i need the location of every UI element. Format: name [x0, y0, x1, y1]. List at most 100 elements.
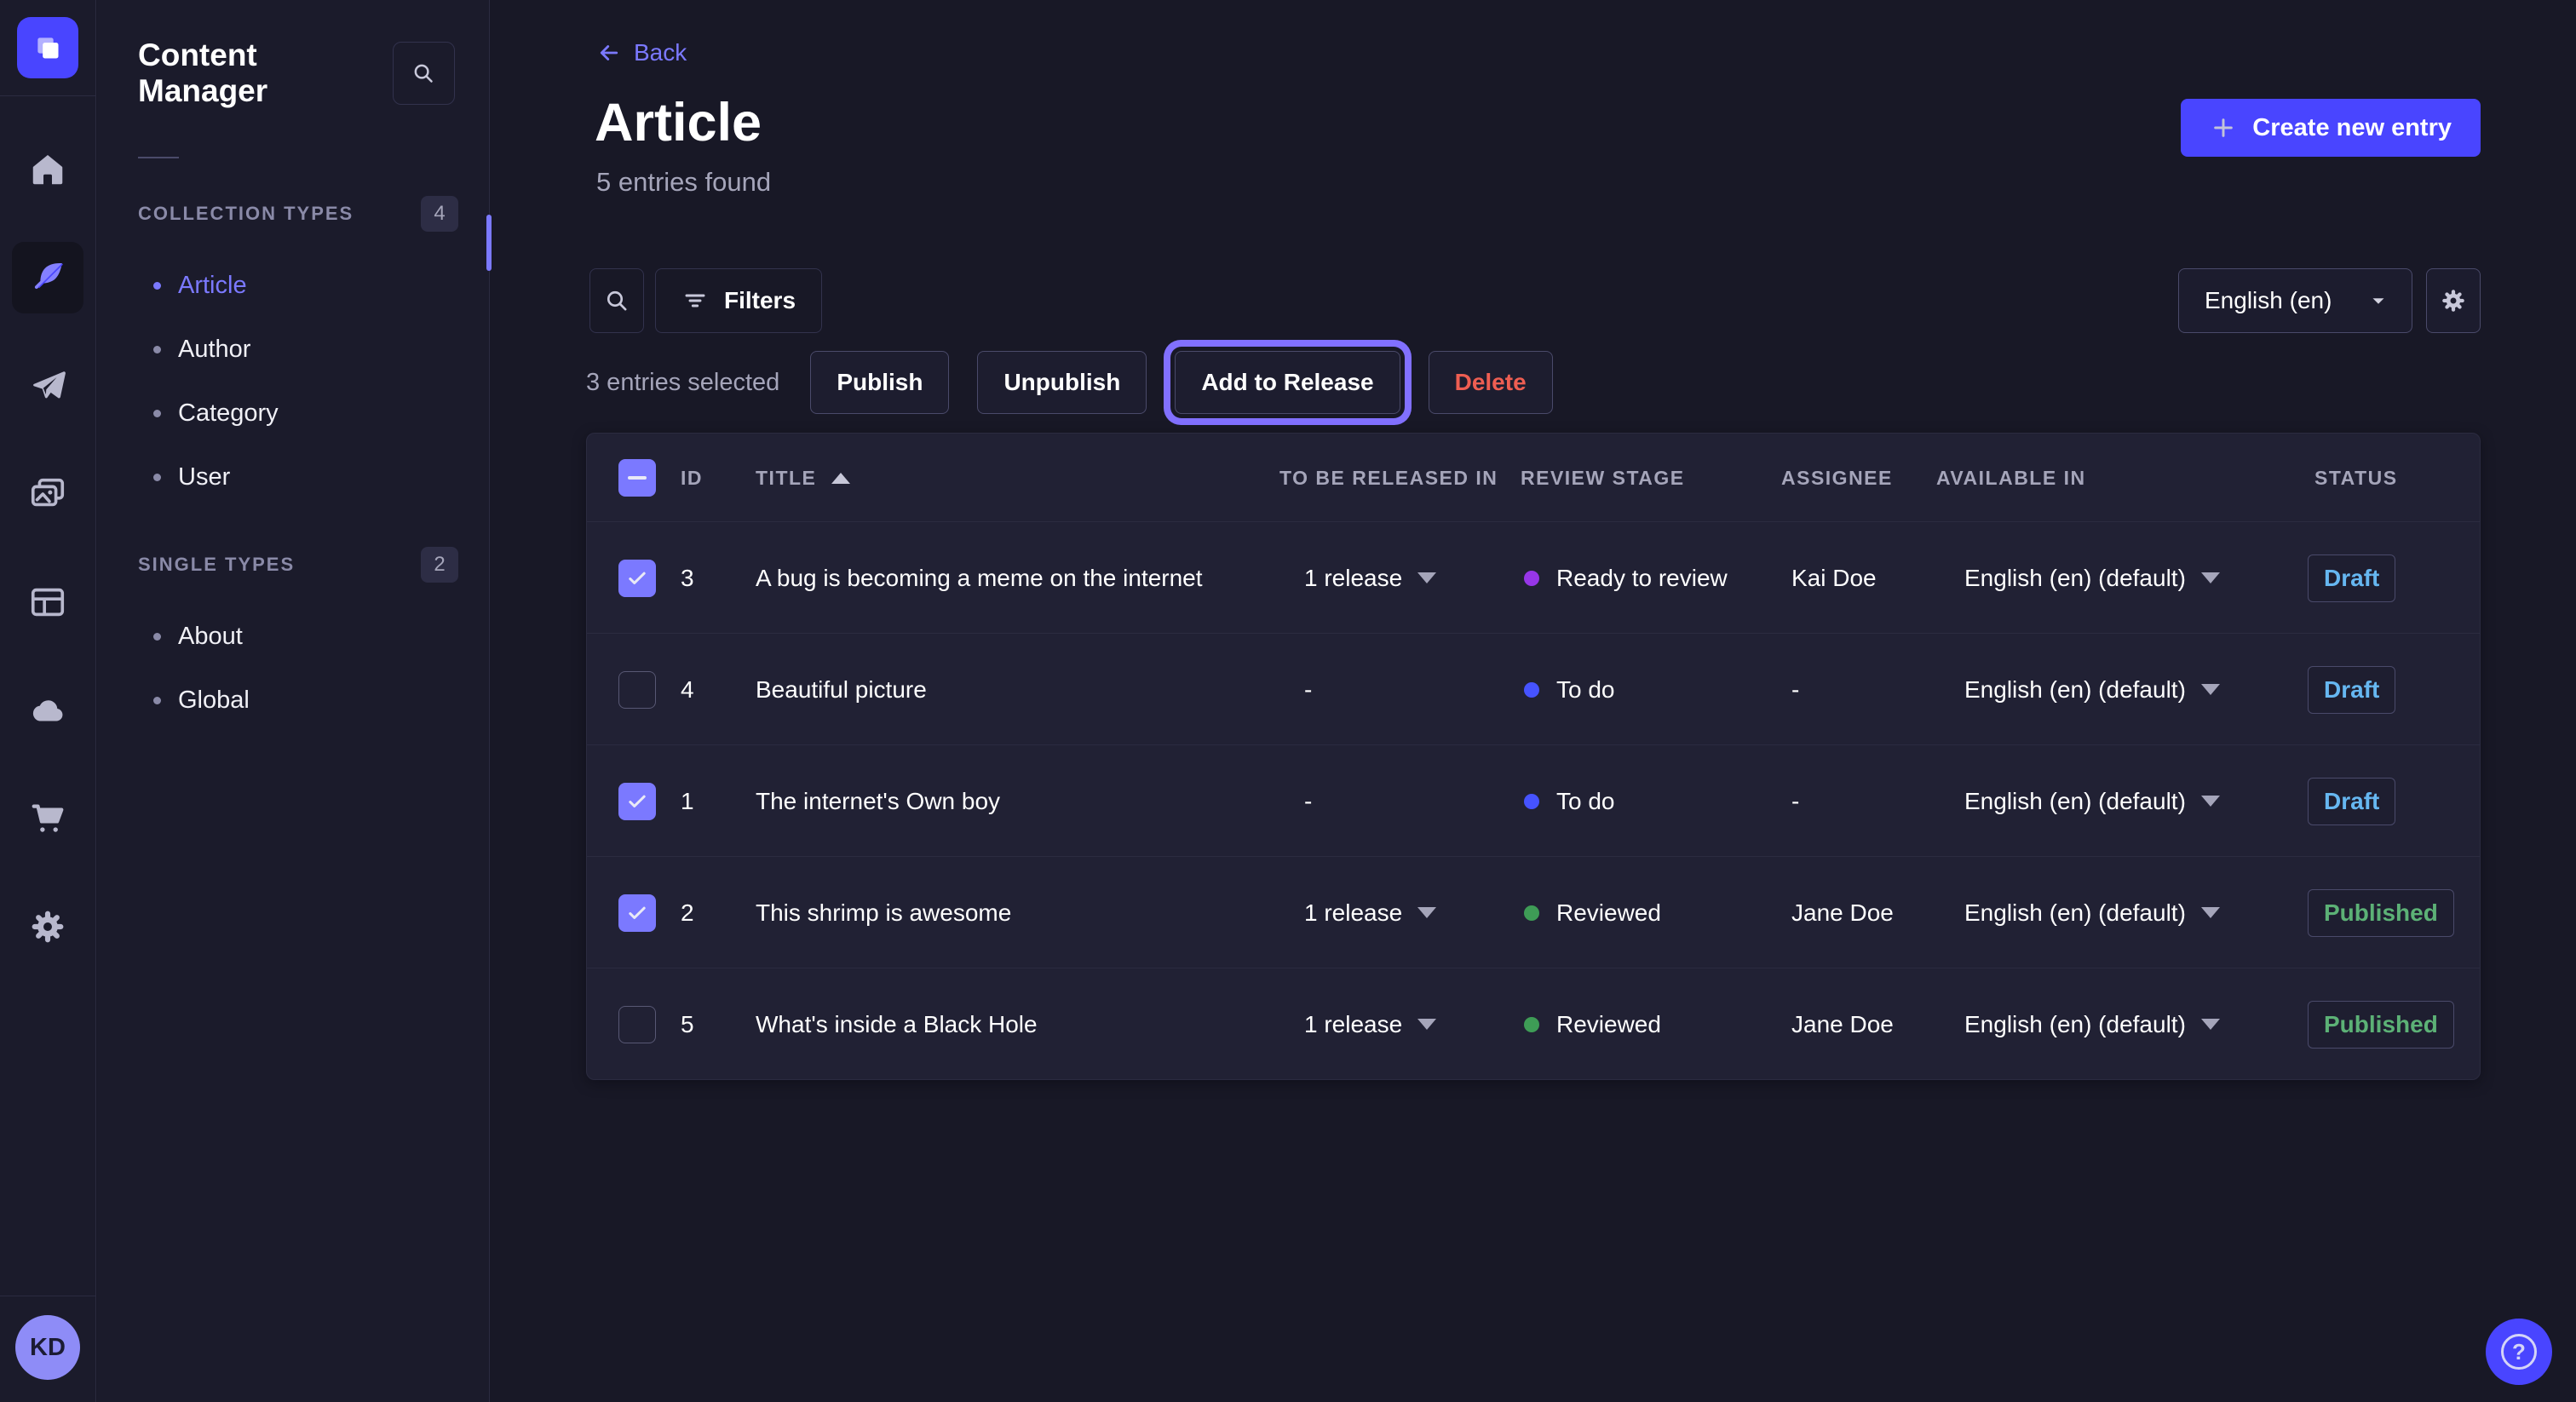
- check-icon: [625, 790, 649, 813]
- view-settings-button[interactable]: [2426, 268, 2481, 333]
- column-header-review-stage[interactable]: REVIEW STAGE: [1521, 434, 1685, 522]
- cell-release[interactable]: 1 release: [1304, 522, 1436, 634]
- row-select-cell: [618, 857, 656, 968]
- selection-bar: 3 entries selected Publish Unpublish Add…: [586, 351, 1581, 414]
- bullet-icon: [153, 474, 161, 481]
- column-header-assignee[interactable]: ASSIGNEE: [1781, 434, 1893, 522]
- cell-release[interactable]: -: [1304, 634, 1312, 745]
- cell-id: 1: [681, 745, 694, 857]
- single-types-label: SINGLE TYPES: [138, 554, 295, 576]
- add-to-release-button[interactable]: Add to Release: [1175, 351, 1400, 414]
- chevron-down-icon: [1417, 1019, 1436, 1030]
- single-types-count: 2: [421, 547, 458, 583]
- status-badge: Draft: [2308, 666, 2395, 714]
- available-text: English (en) (default): [1964, 565, 2186, 592]
- column-header-release[interactable]: TO BE RELEASED IN: [1279, 434, 1498, 522]
- row-checkbox[interactable]: [618, 560, 656, 597]
- sidebar-search-button[interactable]: [393, 42, 455, 105]
- bullet-icon: [153, 410, 161, 417]
- filters-button[interactable]: Filters: [655, 268, 822, 333]
- user-avatar[interactable]: KD: [15, 1315, 80, 1380]
- sidebar-item-user[interactable]: User: [97, 445, 489, 509]
- table-row: 4 Beautiful picture - To do - English (e…: [587, 634, 2480, 745]
- cell-available-in[interactable]: English (en) (default): [1964, 968, 2220, 1080]
- cell-id: 4: [681, 634, 694, 745]
- page-title: Article: [595, 92, 762, 153]
- row-checkbox[interactable]: [618, 783, 656, 820]
- cell-assignee: Jane Doe: [1791, 857, 1894, 968]
- column-header-available-in[interactable]: AVAILABLE IN: [1936, 434, 2086, 522]
- review-text: To do: [1556, 676, 1615, 704]
- column-header-id[interactable]: ID: [681, 434, 703, 522]
- cell-available-in[interactable]: English (en) (default): [1964, 745, 2220, 857]
- sort-ascending-icon: [831, 473, 850, 484]
- settings-gear-icon[interactable]: [12, 891, 83, 962]
- help-button[interactable]: ?: [2486, 1319, 2552, 1385]
- cell-status: Draft: [2308, 634, 2395, 745]
- chevron-down-icon: [2201, 1019, 2220, 1030]
- row-checkbox[interactable]: [618, 1006, 656, 1043]
- media-library-icon[interactable]: [12, 458, 83, 530]
- content-manager-feather-icon[interactable]: [12, 242, 83, 313]
- table-body: 3 A bug is becoming a meme on the intern…: [587, 522, 2480, 1080]
- cell-assignee: -: [1791, 634, 1799, 745]
- sidebar-item-label: Global: [178, 687, 250, 715]
- create-new-entry-button[interactable]: Create new entry: [2181, 99, 2481, 157]
- cell-available-in[interactable]: English (en) (default): [1964, 634, 2220, 745]
- collection-types-label: COLLECTION TYPES: [138, 203, 354, 225]
- sidebar-item-category[interactable]: Category: [97, 382, 489, 445]
- cell-id: 2: [681, 857, 694, 968]
- row-checkbox[interactable]: [618, 671, 656, 709]
- table-row: 2 This shrimp is awesome 1 release Revie…: [587, 857, 2480, 968]
- filter-icon: [681, 287, 709, 314]
- cell-release[interactable]: 1 release: [1304, 968, 1436, 1080]
- publish-button[interactable]: Publish: [810, 351, 949, 414]
- sidebar-item-article[interactable]: Article: [97, 254, 489, 318]
- status-badge: Published: [2308, 1001, 2454, 1049]
- rail-divider: [0, 95, 96, 96]
- review-dot: [1524, 682, 1539, 698]
- review-text: To do: [1556, 788, 1615, 815]
- home-icon[interactable]: [12, 134, 83, 205]
- cloud-icon[interactable]: [12, 675, 83, 746]
- marketplace-cart-icon[interactable]: [12, 783, 83, 854]
- sidebar-item-global[interactable]: Global: [97, 669, 489, 733]
- nav-rail: KD: [0, 0, 96, 1402]
- release-send-icon[interactable]: [12, 350, 83, 422]
- content-type-builder-icon[interactable]: [12, 566, 83, 638]
- question-mark-icon: ?: [2501, 1334, 2537, 1370]
- column-header-status[interactable]: STATUS: [2314, 434, 2398, 522]
- content-manager-sidebar: Content Manager COLLECTION TYPES 4 Artic…: [97, 0, 490, 1402]
- table-header: ID TITLE TO BE RELEASED IN REVIEW STAGE …: [587, 434, 2480, 522]
- table-row: 5 What's inside a Black Hole 1 release R…: [587, 968, 2480, 1080]
- review-dot: [1524, 571, 1539, 586]
- select-all-checkbox[interactable]: [618, 459, 656, 497]
- row-checkbox[interactable]: [618, 894, 656, 932]
- cell-available-in[interactable]: English (en) (default): [1964, 522, 2220, 634]
- cell-assignee: -: [1791, 745, 1799, 857]
- sidebar-item-author[interactable]: Author: [97, 318, 489, 382]
- unpublish-button[interactable]: Unpublish: [977, 351, 1147, 414]
- chevron-down-icon: [2201, 572, 2220, 583]
- sidebar-item-label: User: [178, 463, 230, 491]
- locale-select[interactable]: English (en): [2178, 268, 2412, 333]
- cell-available-in[interactable]: English (en) (default): [1964, 857, 2220, 968]
- search-button[interactable]: [589, 268, 644, 333]
- release-text: 1 release: [1304, 899, 1402, 927]
- search-icon: [603, 287, 630, 314]
- sidebar-item-about[interactable]: About: [97, 605, 489, 669]
- release-text: -: [1304, 788, 1312, 815]
- column-header-title[interactable]: TITLE: [756, 434, 850, 522]
- chevron-down-icon: [1417, 907, 1436, 918]
- cell-release[interactable]: -: [1304, 745, 1312, 857]
- strapi-logo-icon[interactable]: [17, 17, 78, 78]
- available-text: English (en) (default): [1964, 1011, 2186, 1038]
- cell-id: 5: [681, 968, 694, 1080]
- bullet-icon: [153, 346, 161, 353]
- main-content: Back Article 5 entries found Create new …: [491, 0, 2576, 1402]
- cell-release[interactable]: 1 release: [1304, 857, 1436, 968]
- back-link[interactable]: Back: [596, 39, 687, 66]
- status-badge: Draft: [2308, 778, 2395, 825]
- cell-review-stage: Reviewed: [1524, 968, 1661, 1080]
- delete-button[interactable]: Delete: [1429, 351, 1553, 414]
